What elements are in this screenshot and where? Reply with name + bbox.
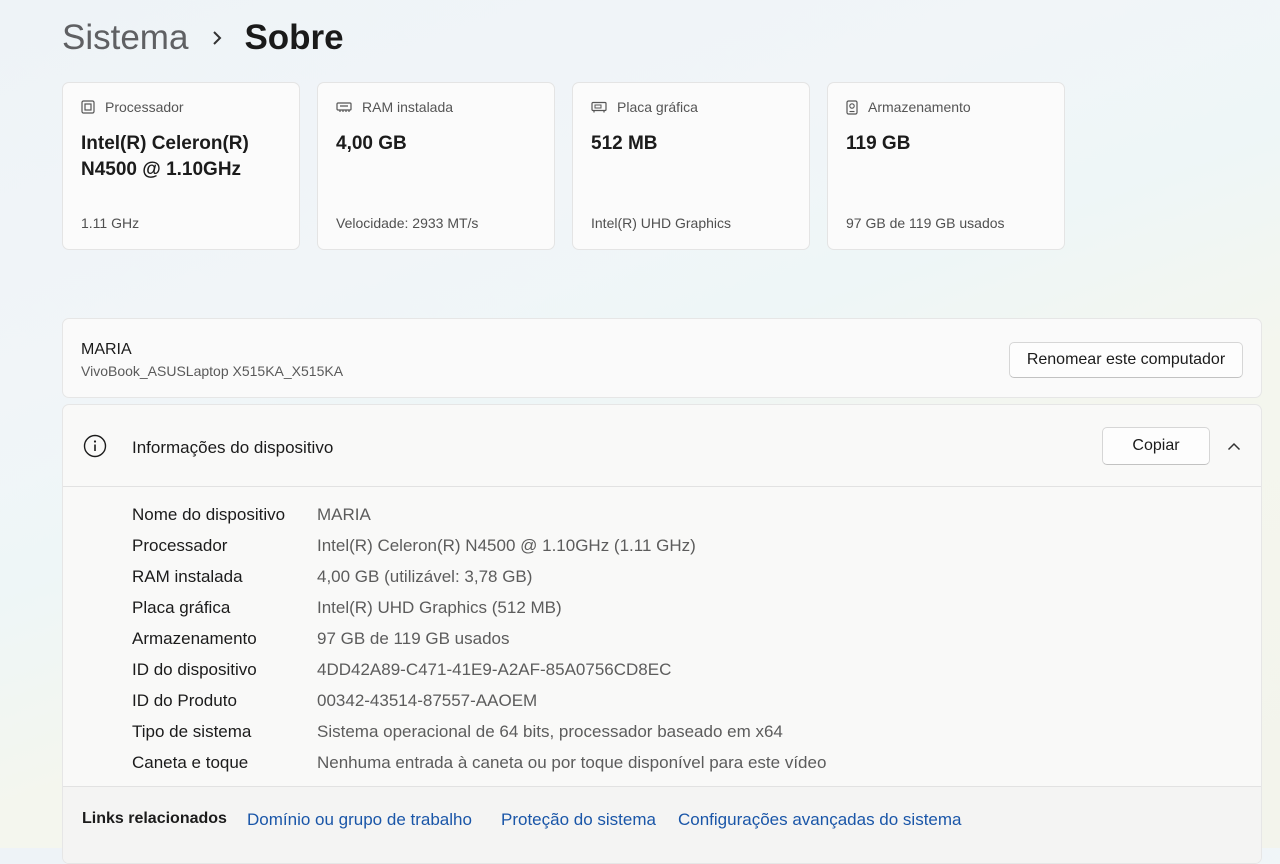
spec-label: RAM instalada	[132, 566, 243, 586]
related-links-title: Links relacionados	[82, 810, 227, 827]
spec-label: Armazenamento	[132, 628, 257, 648]
card-value: 119 GB	[846, 133, 911, 154]
spec-row: Armazenamento 97 GB de 119 GB usados	[132, 623, 826, 654]
spec-row: Placa gráfica Intel(R) UHD Graphics (512 …	[132, 592, 826, 623]
spec-label: ID do dispositivo	[132, 659, 257, 679]
device-info-panel: Informações do dispositivo Copiar Nome d…	[62, 404, 1262, 864]
rename-computer-button[interactable]: Renomear este computador	[1009, 342, 1243, 378]
card-ram: RAM instalada 4,00 GB Velocidade: 2933 M…	[317, 82, 555, 250]
spec-value: Intel(R) UHD Graphics (512 MB)	[317, 597, 562, 617]
spec-row: Processador Intel(R) Celeron(R) N4500 @ 1…	[132, 530, 826, 561]
card-value: 4,00 GB	[336, 133, 407, 154]
card-value: 512 MB	[591, 133, 658, 154]
card-label: Placa gráfica	[617, 99, 698, 115]
spec-label: Placa gráfica	[132, 597, 231, 617]
spec-value: 00342-43514-87557-AAOEM	[317, 690, 538, 710]
link-domain-workgroup[interactable]: Domínio ou grupo de trabalho	[247, 810, 472, 830]
card-label: Processador	[105, 99, 184, 115]
card-subtext: 1.11 GHz	[81, 215, 140, 231]
card-processor: Processador Intel(R) Celeron(R) N4500 @ …	[62, 82, 300, 250]
chevron-right-icon	[204, 25, 230, 51]
spec-row: Nome do dispositivo MARIA	[132, 499, 826, 530]
card-subtext: Intel(R) UHD Graphics	[591, 215, 732, 231]
breadcrumb: Sistema Sobre	[62, 14, 344, 62]
info-icon	[83, 434, 107, 458]
computer-name: MARIA	[81, 341, 132, 358]
spec-row: Tipo de sistema Sistema operacional de 64…	[132, 716, 826, 747]
spec-label: Tipo de sistema	[132, 721, 252, 741]
card-storage: Armazenamento 119 GB 97 GB de 119 GB usa…	[827, 82, 1065, 250]
card-label: RAM instalada	[362, 99, 454, 115]
spec-value: Nenhuma entrada à caneta ou por toque di…	[317, 752, 827, 772]
device-info-header[interactable]: Informações do dispositivo Copiar	[63, 405, 1261, 487]
page-title: Sobre	[244, 18, 344, 57]
ram-icon	[336, 102, 352, 112]
copy-button[interactable]: Copiar	[1102, 427, 1210, 465]
spec-label: ID do Produto	[132, 690, 237, 710]
card-value: Intel(R) Celeron(R) N4500 @ 1.10GHz	[81, 133, 249, 180]
graphics-card-icon	[591, 101, 607, 113]
link-advanced-system-settings[interactable]: Configurações avançadas do sistema	[678, 810, 962, 830]
spec-row: ID do Produto 00342-43514-87557-AAOEM	[132, 685, 826, 716]
chevron-up-icon[interactable]	[1223, 437, 1245, 455]
spec-value: MARIA	[317, 504, 371, 524]
card-subtext: 97 GB de 119 GB usados	[846, 215, 1005, 231]
spec-row: Caneta e toque Nenhuma entrada à caneta o…	[132, 747, 826, 778]
spec-label: Processador	[132, 535, 228, 555]
computer-model: VivoBook_ASUSLaptop X515KA_X515KA	[81, 363, 344, 379]
link-system-protection[interactable]: Proteção do sistema	[501, 810, 656, 830]
spec-label: Caneta e toque	[132, 752, 249, 772]
card-subtext: Velocidade: 2933 MT/s	[336, 215, 479, 231]
spec-value: 4DD42A89-C471-41E9-A2AF-85A0756CD8EC	[317, 659, 672, 679]
spec-value: 97 GB de 119 GB usados	[317, 628, 510, 648]
device-info-title: Informações do dispositivo	[132, 438, 334, 457]
spec-label: Nome do dispositivo	[132, 504, 286, 524]
spec-value: 4,00 GB (utilizável: 3,78 GB)	[317, 566, 533, 586]
card-label: Armazenamento	[868, 99, 971, 115]
computer-name-panel: MARIA VivoBook_ASUSLaptop X515KA_X515KA …	[62, 318, 1262, 398]
spec-row: ID do dispositivo 4DD42A89-C471-41E9-A2AF…	[132, 654, 826, 685]
breadcrumb-sistema-link[interactable]: Sistema	[62, 18, 188, 58]
device-spec-list: Nome do dispositivo MARIA Processador Inte…	[132, 499, 826, 778]
storage-icon	[846, 99, 858, 115]
card-graphics: Placa gráfica 512 MB Intel(R) UHD Graphi…	[572, 82, 810, 250]
related-links-bar: Links relacionados Domínio ou grupo de t…	[63, 786, 1261, 863]
spec-value: Sistema operacional de 64 bits, processa…	[317, 721, 783, 741]
processor-icon	[81, 100, 95, 114]
spec-value: Intel(R) Celeron(R) N4500 @ 1.10GHz (1.1…	[317, 535, 696, 555]
spec-row: RAM instalada 4,00 GB (utilizável: 3,78 G…	[132, 561, 826, 592]
